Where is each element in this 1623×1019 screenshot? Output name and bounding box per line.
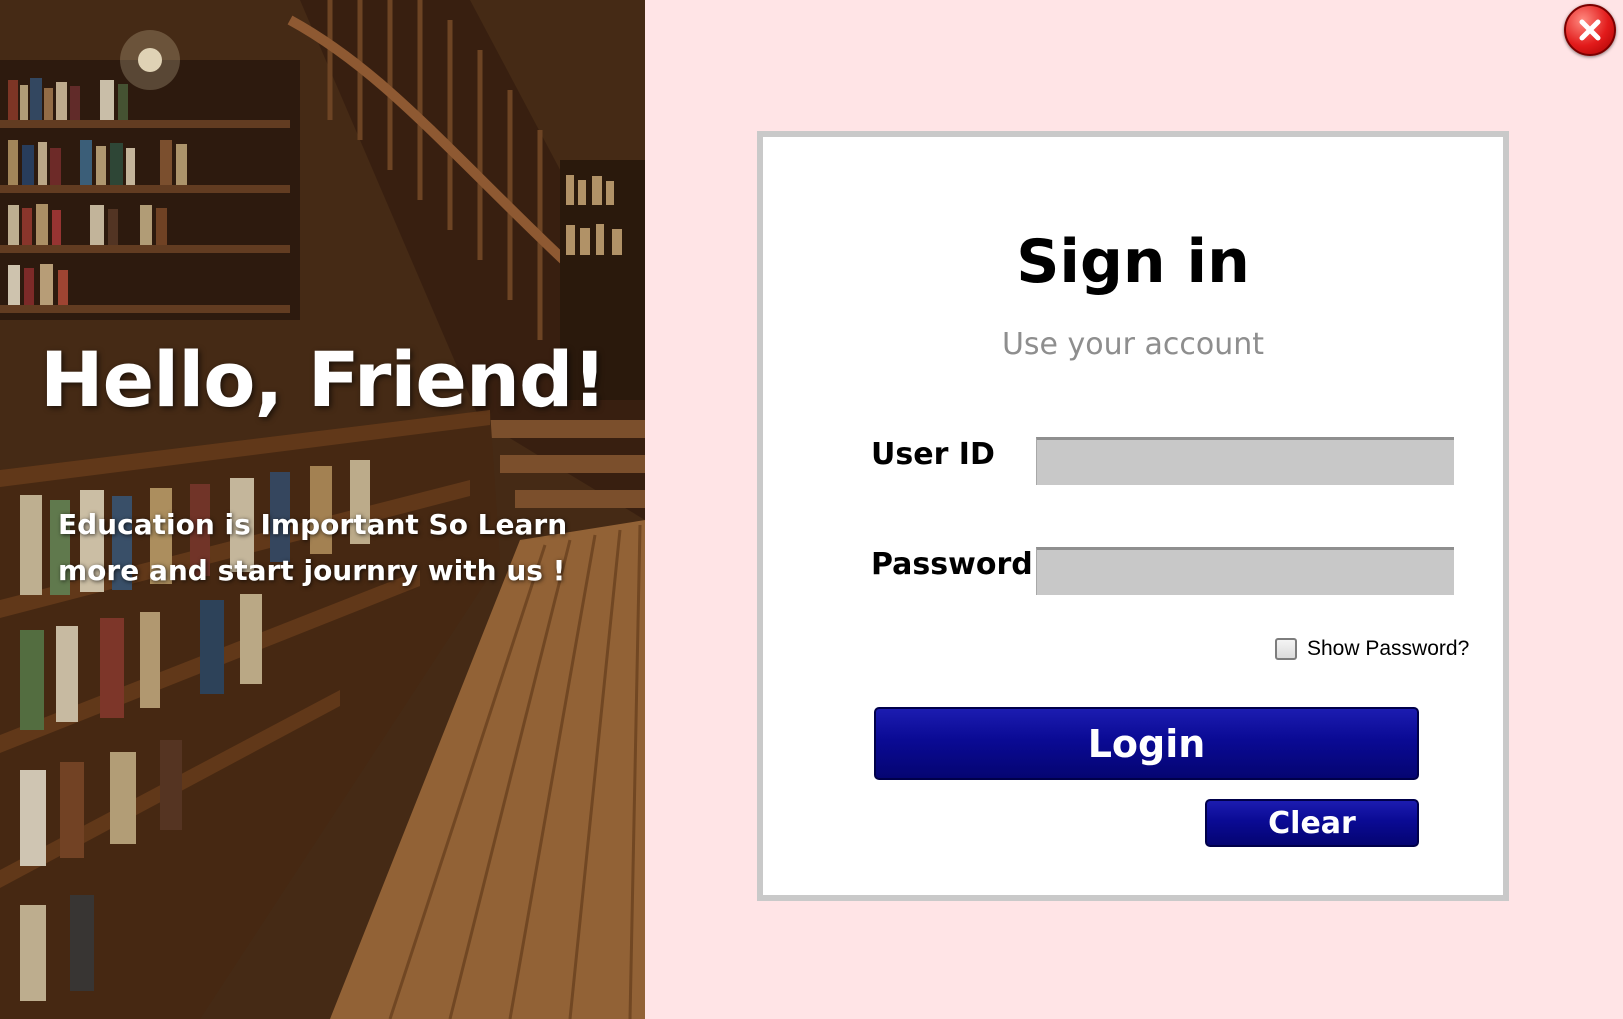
login-button[interactable]: Login — [874, 707, 1419, 780]
hero-tagline: Education is Important So Learn more and… — [58, 502, 618, 594]
clear-button[interactable]: Clear — [1205, 799, 1419, 847]
sign-in-subtitle: Use your account — [1001, 327, 1265, 362]
sign-in-card: Sign in Use your account User ID Passwor… — [757, 131, 1509, 901]
sign-in-title: Sign in — [1016, 227, 1250, 297]
close-icon — [1579, 19, 1601, 41]
user-id-input[interactable] — [1036, 437, 1454, 485]
show-password-toggle[interactable]: Show Password? — [1275, 637, 1469, 661]
hero-tagline-line1: Education is Important So Learn — [58, 508, 568, 541]
password-label: Password — [871, 547, 1033, 582]
close-button[interactable] — [1564, 4, 1616, 56]
hero-heading: Hello, Friend! — [40, 335, 607, 424]
show-password-checkbox[interactable] — [1275, 638, 1297, 660]
hero-tagline-line2: more and start journry with us ! — [58, 554, 566, 587]
hero-panel: Hello, Friend! Education is Important So… — [0, 0, 645, 1019]
password-input[interactable] — [1036, 547, 1454, 595]
show-password-label: Show Password? — [1307, 637, 1470, 660]
user-id-label: User ID — [871, 437, 995, 472]
